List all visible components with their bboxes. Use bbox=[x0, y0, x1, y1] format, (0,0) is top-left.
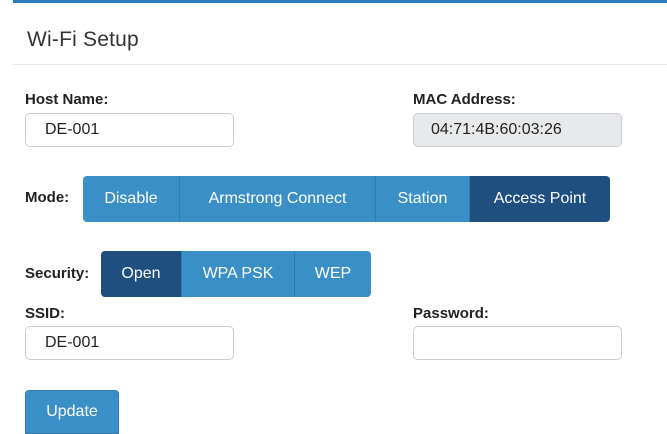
password-input[interactable] bbox=[413, 326, 622, 360]
ssid-label: SSID: bbox=[25, 305, 66, 322]
host-name-input[interactable] bbox=[25, 113, 234, 147]
mode-button-group: Disable Armstrong Connect Station Access… bbox=[83, 176, 610, 222]
page-title: Wi-Fi Setup bbox=[27, 28, 139, 51]
mode-access-point-button[interactable]: Access Point bbox=[470, 176, 610, 222]
password-label: Password: bbox=[413, 305, 489, 322]
security-button-group: Open WPA PSK WEP bbox=[101, 251, 371, 297]
update-button[interactable]: Update bbox=[25, 390, 119, 434]
mac-address-label: MAC Address: bbox=[413, 91, 516, 108]
ssid-input[interactable] bbox=[25, 326, 234, 360]
security-wep-button[interactable]: WEP bbox=[295, 251, 371, 297]
mode-armstrong-connect-button[interactable]: Armstrong Connect bbox=[180, 176, 376, 222]
security-open-button[interactable]: Open bbox=[101, 251, 182, 297]
host-name-label: Host Name: bbox=[25, 91, 109, 108]
mac-address-field bbox=[413, 113, 622, 147]
wifi-setup-panel: Wi-Fi Setup Host Name: MAC Address: Mode… bbox=[13, 0, 667, 434]
security-label: Security: bbox=[25, 265, 90, 282]
mode-station-button[interactable]: Station bbox=[376, 176, 470, 222]
mode-disable-button[interactable]: Disable bbox=[83, 176, 180, 222]
security-wpa-psk-button[interactable]: WPA PSK bbox=[182, 251, 295, 297]
panel-header: Wi-Fi Setup bbox=[13, 3, 667, 65]
mode-label: Mode: bbox=[25, 189, 70, 206]
